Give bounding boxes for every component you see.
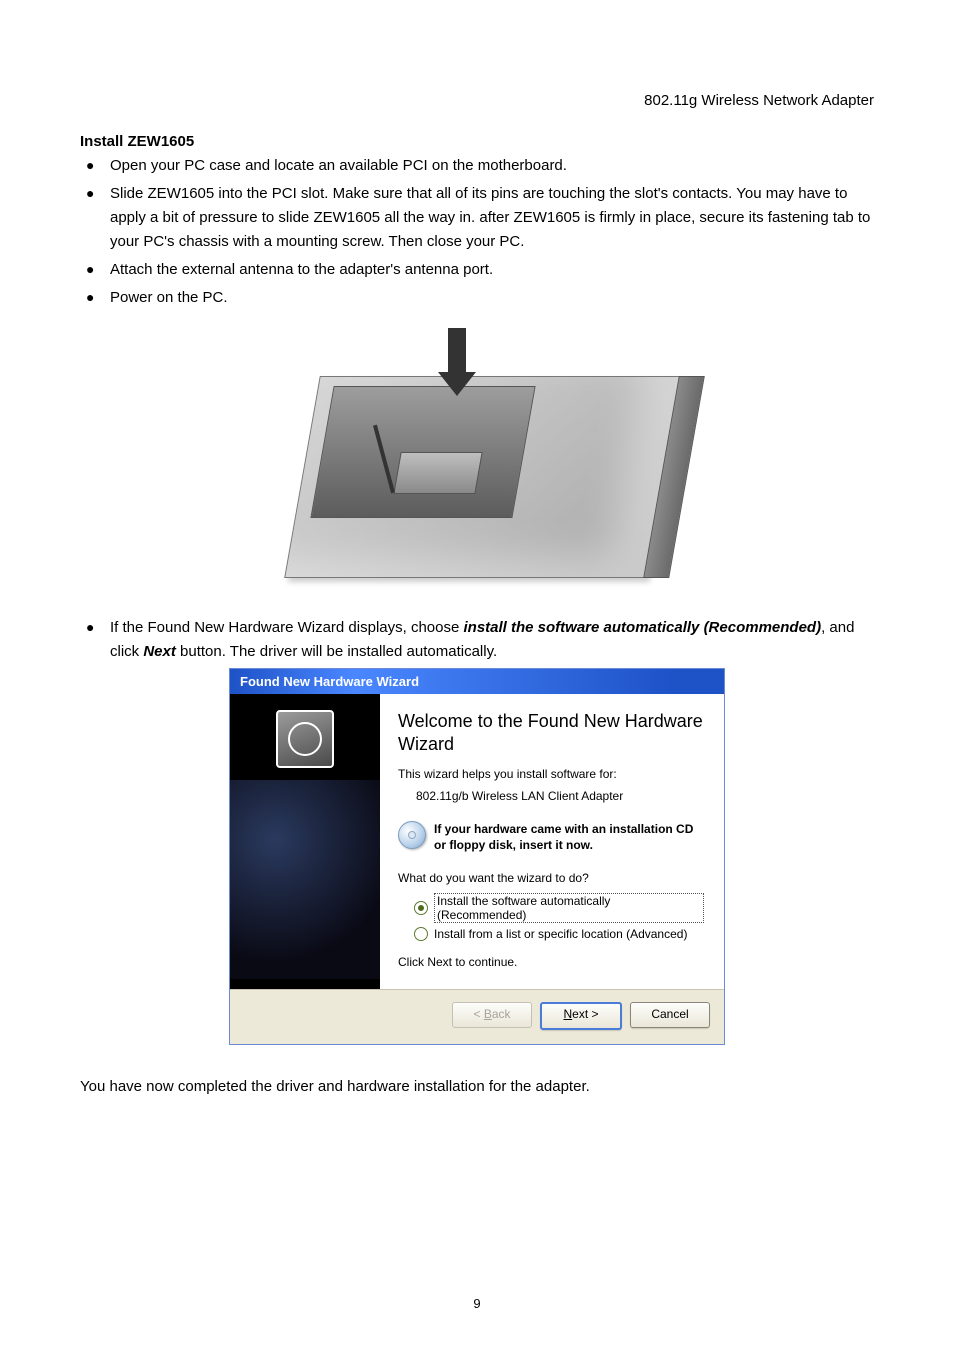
radio-icon — [414, 901, 428, 915]
wizard-side-art — [230, 780, 380, 979]
pc-install-figure — [262, 324, 692, 586]
section-title: Install ZEW1605 — [80, 133, 874, 150]
header-product: 802.11g Wireless Network Adapter — [80, 92, 874, 109]
list-item: If the Found New Hardware Wizard display… — [80, 616, 874, 664]
instruction-list-2: If the Found New Hardware Wizard display… — [80, 616, 874, 664]
wizard-side-panel — [230, 694, 380, 989]
radio-label: Install from a list or specific location… — [434, 927, 687, 941]
wizard-button-row: < Back Next > Cancel — [230, 990, 724, 1044]
radio-install-from-list[interactable]: Install from a list or specific location… — [414, 927, 704, 941]
cancel-button[interactable]: Cancel — [630, 1002, 710, 1028]
list-item: Slide ZEW1605 into the PCI slot. Make su… — [80, 182, 874, 254]
wizard-helptext: This wizard helps you install software f… — [398, 767, 704, 781]
back-button: < Back — [452, 1002, 532, 1028]
hardware-icon — [276, 710, 334, 768]
cd-icon — [398, 821, 426, 849]
wizard-continue-text: Click Next to continue. — [398, 955, 704, 969]
page-number: 9 — [0, 1296, 954, 1311]
wizard-device-name: 802.11g/b Wireless LAN Client Adapter — [416, 789, 704, 803]
list-item: Attach the external antenna to the adapt… — [80, 258, 874, 282]
list-item: Open your PC case and locate an availabl… — [80, 154, 874, 178]
instruction-list: Open your PC case and locate an availabl… — [80, 154, 874, 310]
radio-icon — [414, 927, 428, 941]
found-new-hardware-wizard: Found New Hardware Wizard Welcome to the… — [229, 668, 725, 1045]
wizard-heading: Welcome to the Found New Hardware Wizard — [398, 710, 704, 755]
closing-text: You have now completed the driver and ha… — [80, 1075, 874, 1099]
list-item: Power on the PC. — [80, 286, 874, 310]
radio-install-automatically[interactable]: Install the software automatically (Reco… — [414, 893, 704, 923]
next-button[interactable]: Next > — [540, 1002, 622, 1030]
wizard-titlebar: Found New Hardware Wizard — [230, 669, 724, 694]
radio-label: Install the software automatically (Reco… — [434, 893, 704, 923]
wizard-cd-instruction: If your hardware came with an installati… — [434, 821, 704, 853]
wizard-question: What do you want the wizard to do? — [398, 871, 704, 885]
